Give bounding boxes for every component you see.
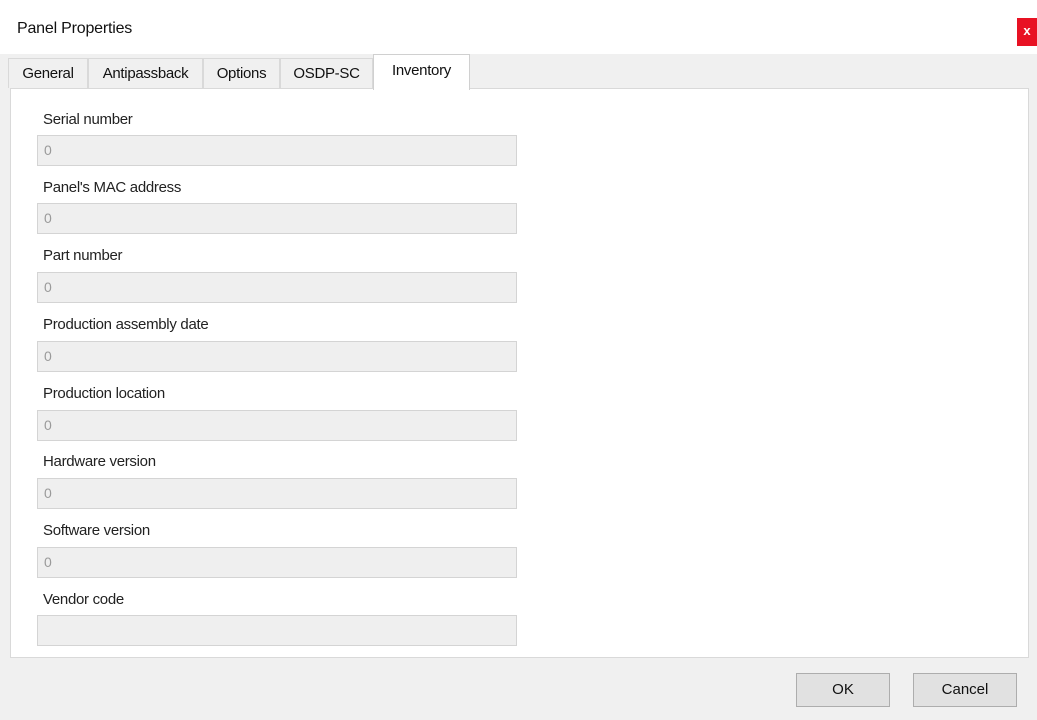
tab-general[interactable]: General [8,58,88,88]
part-number-label: Part number [43,247,123,264]
tab-options[interactable]: Options [203,58,280,88]
cancel-button[interactable]: Cancel [913,673,1017,707]
software-version-field[interactable]: 0 [37,547,517,578]
close-button[interactable]: x [1017,18,1037,46]
serial-number-label: Serial number [43,111,133,128]
tab-osdp-sc[interactable]: OSDP-SC [280,58,373,88]
production-location-field[interactable]: 0 [37,410,517,441]
hardware-version-field[interactable]: 0 [37,478,517,509]
tab-antipassback[interactable]: Antipassback [88,58,203,88]
hardware-version-label: Hardware version [43,453,156,470]
vendor-code-label: Vendor code [43,591,124,608]
assembly-date-field[interactable]: 0 [37,341,517,372]
tab-inventory[interactable]: Inventory [373,54,470,90]
vendor-code-field[interactable] [37,615,517,646]
inventory-panel: Serial number 0 Panel's MAC address 0 Pa… [10,88,1029,658]
production-location-label: Production location [43,385,165,402]
window-title: Panel Properties [17,20,133,37]
title-bar: Panel Properties x [0,0,1037,54]
part-number-field[interactable]: 0 [37,272,517,303]
ok-button[interactable]: OK [796,673,890,707]
mac-address-field[interactable]: 0 [37,203,517,234]
assembly-date-label: Production assembly date [43,316,209,333]
serial-number-field[interactable]: 0 [37,135,517,166]
panel-properties-dialog: Panel Properties x General Antipassback … [0,0,1037,720]
software-version-label: Software version [43,522,150,539]
mac-address-label: Panel's MAC address [43,179,182,196]
